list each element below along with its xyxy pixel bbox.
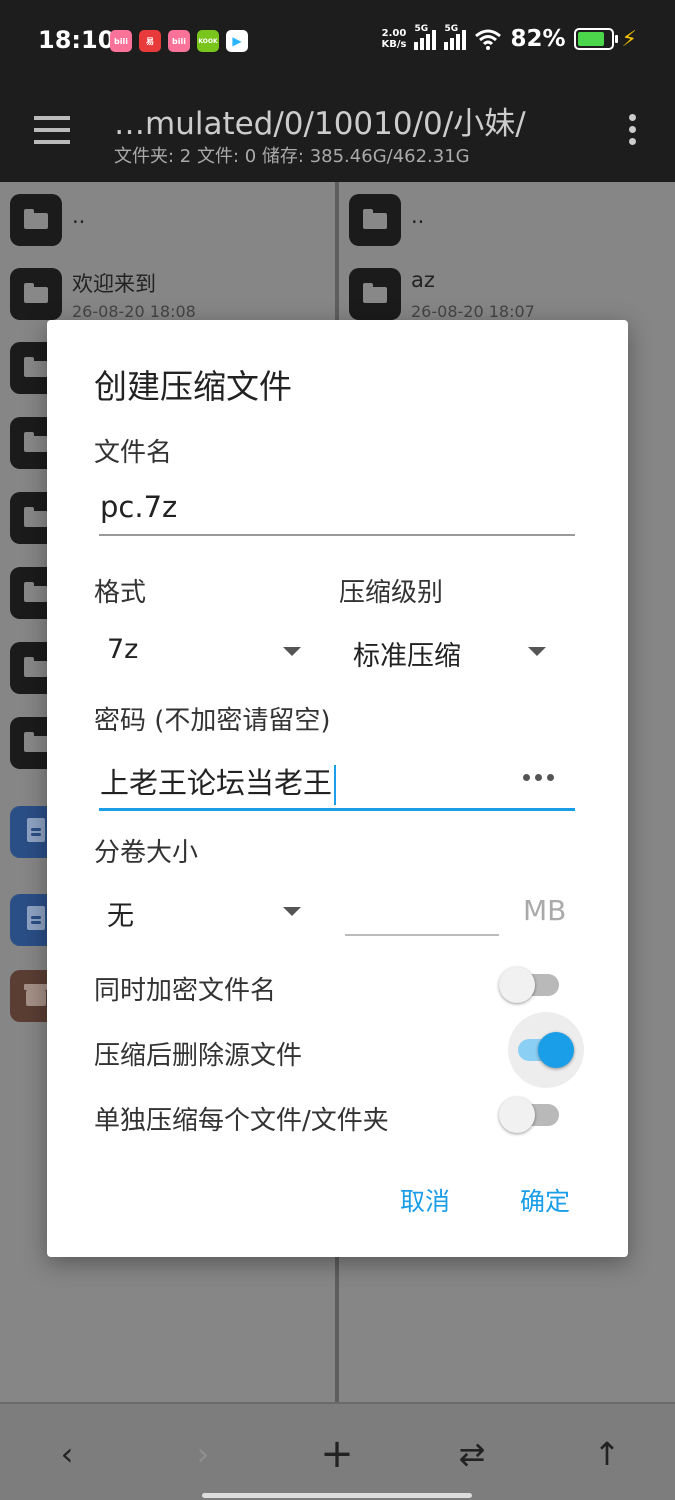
battery-icon <box>573 28 618 50</box>
bilibili2-icon: bili <box>168 30 190 52</box>
volume-label: 分卷大小 <box>94 838 199 868</box>
folder-icon <box>349 268 401 320</box>
show-password-icon[interactable] <box>523 774 554 781</box>
swap-icon[interactable]: ⇄ <box>447 1432 497 1476</box>
password-input[interactable]: 上老王论坛当老王 <box>100 760 337 805</box>
menu-icon[interactable] <box>34 116 70 144</box>
folder-icon <box>10 194 62 246</box>
current-path[interactable]: …mulated/0/10010/0/小妹/ <box>114 98 526 143</box>
filename-label: 文件名 <box>94 438 173 468</box>
volume-size-underline <box>345 934 499 936</box>
separate-toggle[interactable] <box>499 1095 559 1135</box>
back-icon[interactable]: ‹ <box>42 1432 92 1476</box>
status-bar: 18:10 bili 易 bili KOOK ▶ 2.00 KB/s 5G 5G… <box>0 0 675 82</box>
delete-source-label: 压缩后删除源文件 <box>94 1041 303 1071</box>
volume-unit: MB <box>523 894 567 927</box>
home-indicator[interactable] <box>202 1493 472 1498</box>
add-icon[interactable]: + <box>312 1432 362 1476</box>
signal-icon: 5G <box>414 24 437 50</box>
format-label: 格式 <box>94 578 147 608</box>
notification-icons: bili 易 bili KOOK ▶ <box>110 30 248 52</box>
encrypt-names-label: 同时加密文件名 <box>94 976 277 1006</box>
text-cursor <box>334 765 337 805</box>
charging-icon: ⚡ <box>621 26 637 52</box>
encrypt-names-toggle[interactable] <box>499 965 559 1005</box>
kook-icon: KOOK <box>197 30 219 52</box>
folder-info: 文件夹: 2 文件: 0 储存: 385.46G/462.31G <box>114 146 470 167</box>
more-options-icon[interactable] <box>629 114 637 150</box>
filename-underline <box>99 534 575 536</box>
up-icon[interactable]: ↑ <box>582 1432 632 1476</box>
level-select[interactable]: 标准压缩 <box>353 634 461 673</box>
password-label: 密码 (不加密请留空) <box>94 706 331 736</box>
volume-size-input[interactable] <box>347 894 497 934</box>
app2-icon: 易 <box>139 30 161 52</box>
dialog-title: 创建压缩文件 <box>94 367 292 406</box>
bilibili-icon: bili <box>110 30 132 52</box>
filename-input[interactable]: pc.7z <box>100 490 177 524</box>
delete-source-toggle[interactable] <box>508 1012 584 1088</box>
net-speed: 2.00 KB/s <box>381 28 407 50</box>
bottom-nav-bar: ‹ › + ⇄ ↑ <box>0 1402 675 1500</box>
forward-icon[interactable]: › <box>178 1432 228 1476</box>
chevron-down-icon[interactable] <box>283 647 301 656</box>
cancel-button[interactable]: 取消 <box>400 1182 450 1218</box>
chevron-down-icon[interactable] <box>528 647 546 656</box>
password-underline <box>99 808 575 811</box>
chevron-down-icon[interactable] <box>283 907 301 916</box>
folder-icon <box>349 194 401 246</box>
level-label: 压缩级别 <box>339 578 444 608</box>
play-icon: ▶ <box>226 30 248 52</box>
separate-label: 单独压缩每个文件/文件夹 <box>94 1106 389 1136</box>
volume-select[interactable]: 无 <box>107 894 134 933</box>
ok-button[interactable]: 确定 <box>520 1182 570 1218</box>
folder-icon <box>10 268 62 320</box>
signal-icon: 5G <box>444 24 467 50</box>
clock: 18:10 <box>38 26 115 54</box>
battery-percent: 82% <box>510 26 566 52</box>
app-toolbar: …mulated/0/10010/0/小妹/ 文件夹: 2 文件: 0 储存: … <box>0 82 675 182</box>
status-indicators: 2.00 KB/s 5G 5G 82% ⚡ <box>381 24 638 52</box>
wifi-icon <box>475 29 502 50</box>
format-select[interactable]: 7z <box>107 634 138 665</box>
create-archive-dialog: 创建压缩文件 文件名 pc.7z 格式 压缩级别 7z 标准压缩 密码 (不加密… <box>47 320 628 1257</box>
